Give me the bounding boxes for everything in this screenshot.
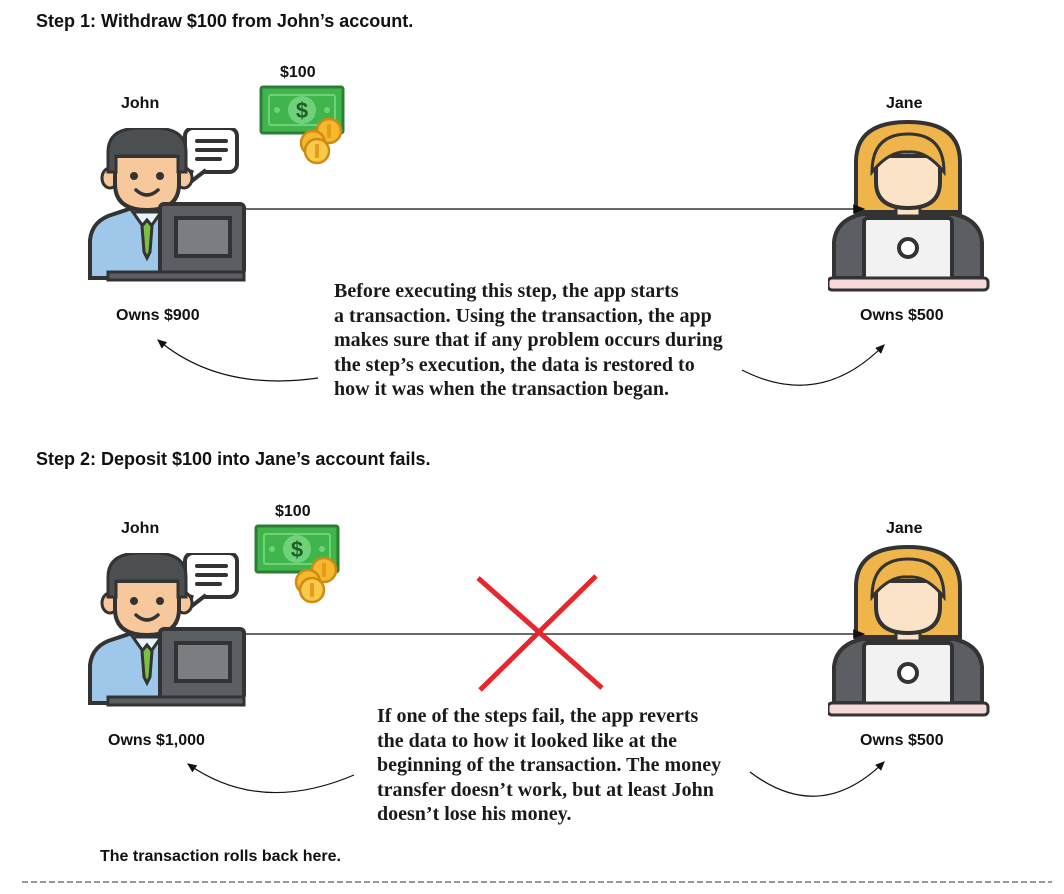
step2-note-line: the data to how it looked like at the [377, 729, 677, 752]
step2-note: If one of the steps fail, the app revert… [377, 704, 721, 827]
step2-note-line: If one of the steps fail, the app revert… [377, 705, 699, 727]
rollback-caption: The transaction rolls back here. [100, 848, 341, 865]
step2-note-line: transfer doesn’t work, but at least John [377, 778, 714, 801]
step2-note-line: doesn’t lose his money. [377, 803, 572, 825]
step2-jane-arrow [749, 761, 885, 797]
step2-john-balance: Owns $1,000 [108, 732, 205, 749]
step2-note-line: beginning of the transaction. The money [377, 754, 722, 776]
failure-cross-icon [476, 574, 604, 692]
step2-john-rollback-arrow [187, 763, 355, 794]
step2-jane-balance: Owns $500 [860, 732, 944, 749]
